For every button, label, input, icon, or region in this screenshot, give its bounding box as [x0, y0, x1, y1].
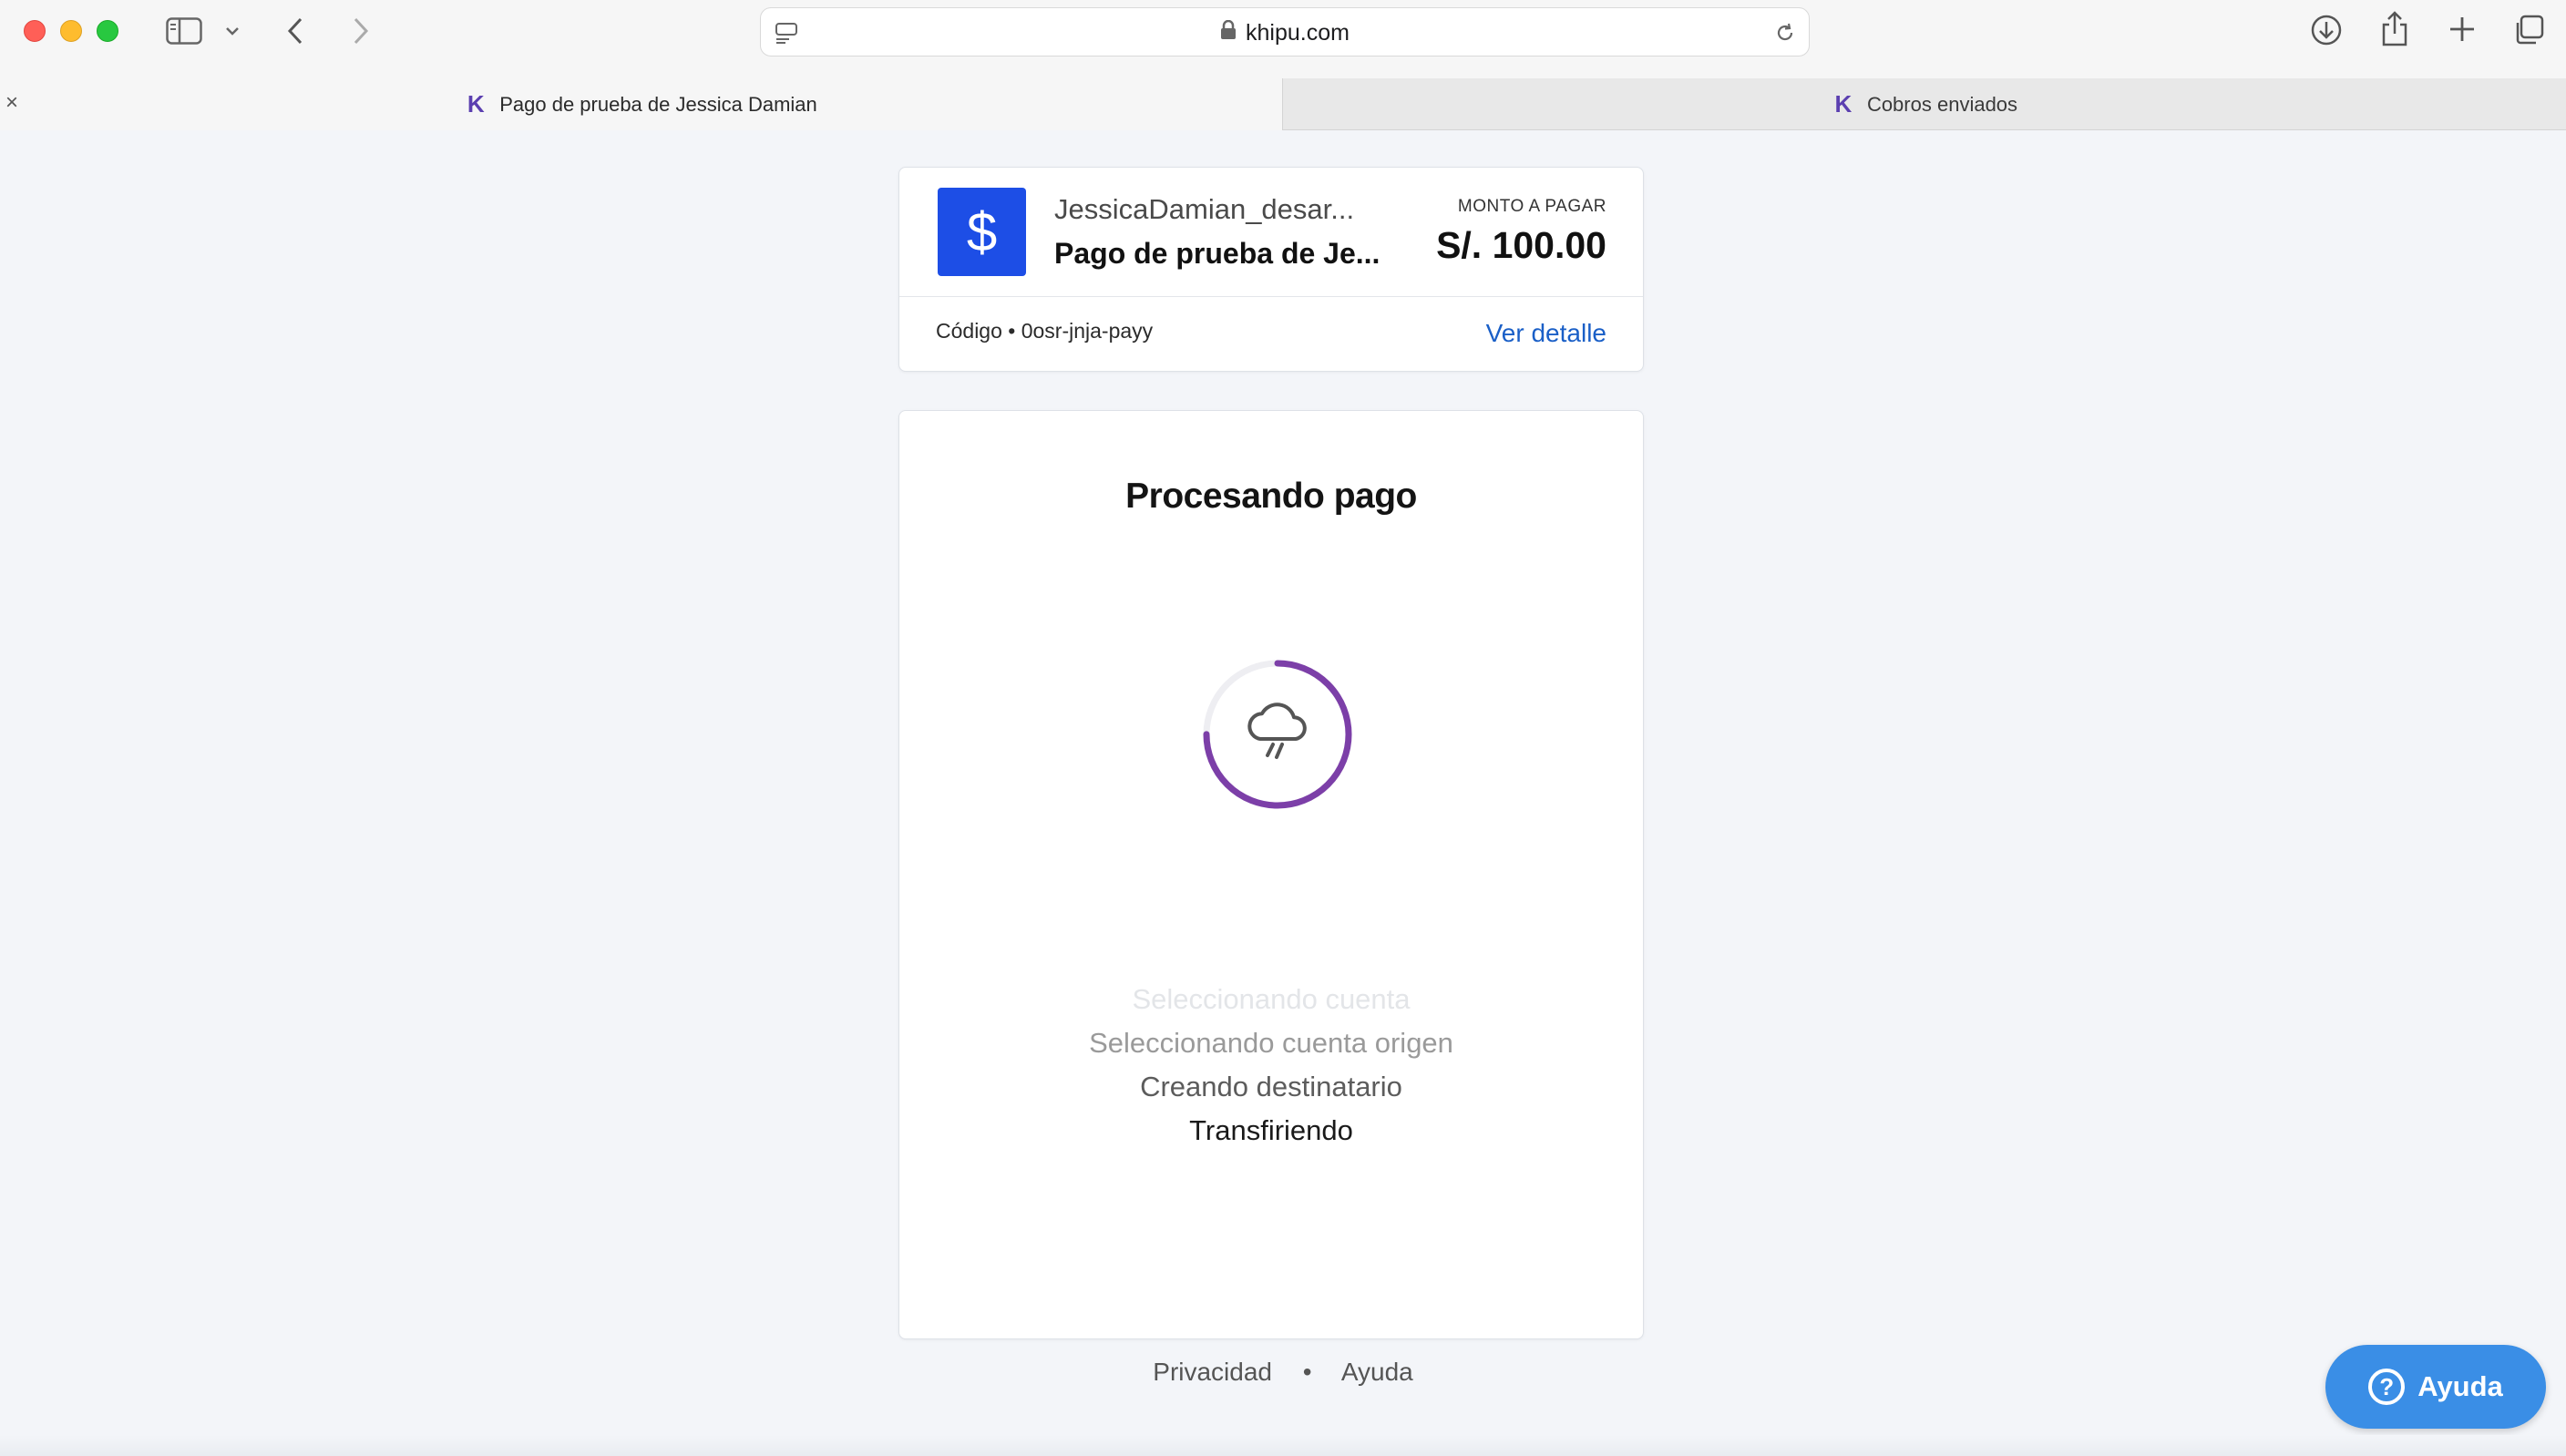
- khipu-logo-icon: K: [1834, 90, 1853, 118]
- processing-steps: Seleccionando cuenta Seleccionando cuent…: [899, 978, 1643, 1153]
- downloads-icon[interactable]: [2309, 13, 2344, 47]
- close-window-button[interactable]: [24, 20, 46, 42]
- reload-icon[interactable]: [1772, 20, 1798, 46]
- cloud-rain-icon: [1247, 702, 1307, 759]
- processing-title: Procesando pago: [1125, 477, 1417, 516]
- dollar-icon: $: [938, 188, 1026, 276]
- khipu-logo-icon: K: [467, 90, 485, 118]
- step-creating-recipient: Creando destinatario: [1140, 1071, 1402, 1102]
- chevron-down-icon[interactable]: [222, 22, 242, 40]
- tab-bar: × K Pago de prueba de Jessica Damian K C…: [0, 78, 2566, 130]
- minimize-window-button[interactable]: [60, 20, 82, 42]
- back-arrow-icon[interactable]: [282, 15, 308, 47]
- tab-overview-icon[interactable]: [2511, 13, 2546, 47]
- page-bottom-fade: [0, 1435, 2566, 1456]
- processing-card: Procesando pago Seleccionando cuenta Sel…: [898, 410, 1644, 1339]
- close-tab-icon[interactable]: ×: [0, 90, 24, 115]
- step-selecting-origin-account: Seleccionando cuenta origen: [1089, 1027, 1453, 1059]
- amount-value: S/. 100.00: [1436, 224, 1606, 266]
- payment-code: Código • 0osr-jnja-payy: [936, 319, 1154, 343]
- help-link[interactable]: Ayuda: [1341, 1358, 1413, 1386]
- privacy-link[interactable]: Privacidad: [1153, 1358, 1272, 1386]
- help-chat-button[interactable]: ? Ayuda: [2325, 1345, 2546, 1429]
- sidebar-toggle-icon[interactable]: [164, 15, 204, 47]
- tab-title: Cobros enviados: [1866, 92, 2018, 116]
- tab-payment[interactable]: × K Pago de prueba de Jessica Damian: [0, 78, 1283, 130]
- share-icon[interactable]: [2378, 9, 2411, 49]
- tab-cobros-enviados[interactable]: K Cobros enviados: [1284, 78, 2566, 130]
- loading-spinner: [1203, 660, 1352, 809]
- step-transferring: Transfiriendo: [1189, 1114, 1353, 1146]
- forward-arrow-icon[interactable]: [348, 15, 374, 47]
- view-detail-link[interactable]: Ver detalle: [1486, 319, 1606, 348]
- question-icon: ?: [2368, 1369, 2406, 1405]
- address-bar[interactable]: khipu.com: [760, 7, 1810, 56]
- tab-title: Pago de prueba de Jessica Damian: [499, 92, 817, 116]
- payment-summary-card: $ JessicaDamian_desar... Pago de prueba …: [898, 167, 1644, 372]
- help-button-label: Ayuda: [2417, 1370, 2503, 1402]
- new-tab-icon[interactable]: [2446, 13, 2479, 46]
- browser-toolbar: khipu.com: [0, 0, 2566, 78]
- payment-subject: Pago de prueba de Je...: [1054, 237, 1381, 270]
- amount-label: MONTO A PAGAR: [1457, 197, 1606, 216]
- step-selecting-account: Seleccionando cuenta: [1132, 983, 1411, 1015]
- payment-summary-header: $ JessicaDamian_desar... Pago de prueba …: [899, 168, 1643, 297]
- footer-separator: •: [1302, 1358, 1312, 1386]
- footer-links: Privacidad • Ayuda: [0, 1358, 2566, 1387]
- url-text: khipu.com: [1246, 19, 1350, 46]
- zoom-window-button[interactable]: [97, 20, 118, 42]
- lock-icon: [1220, 19, 1237, 46]
- merchant-name: JessicaDamian_desar...: [1054, 193, 1355, 225]
